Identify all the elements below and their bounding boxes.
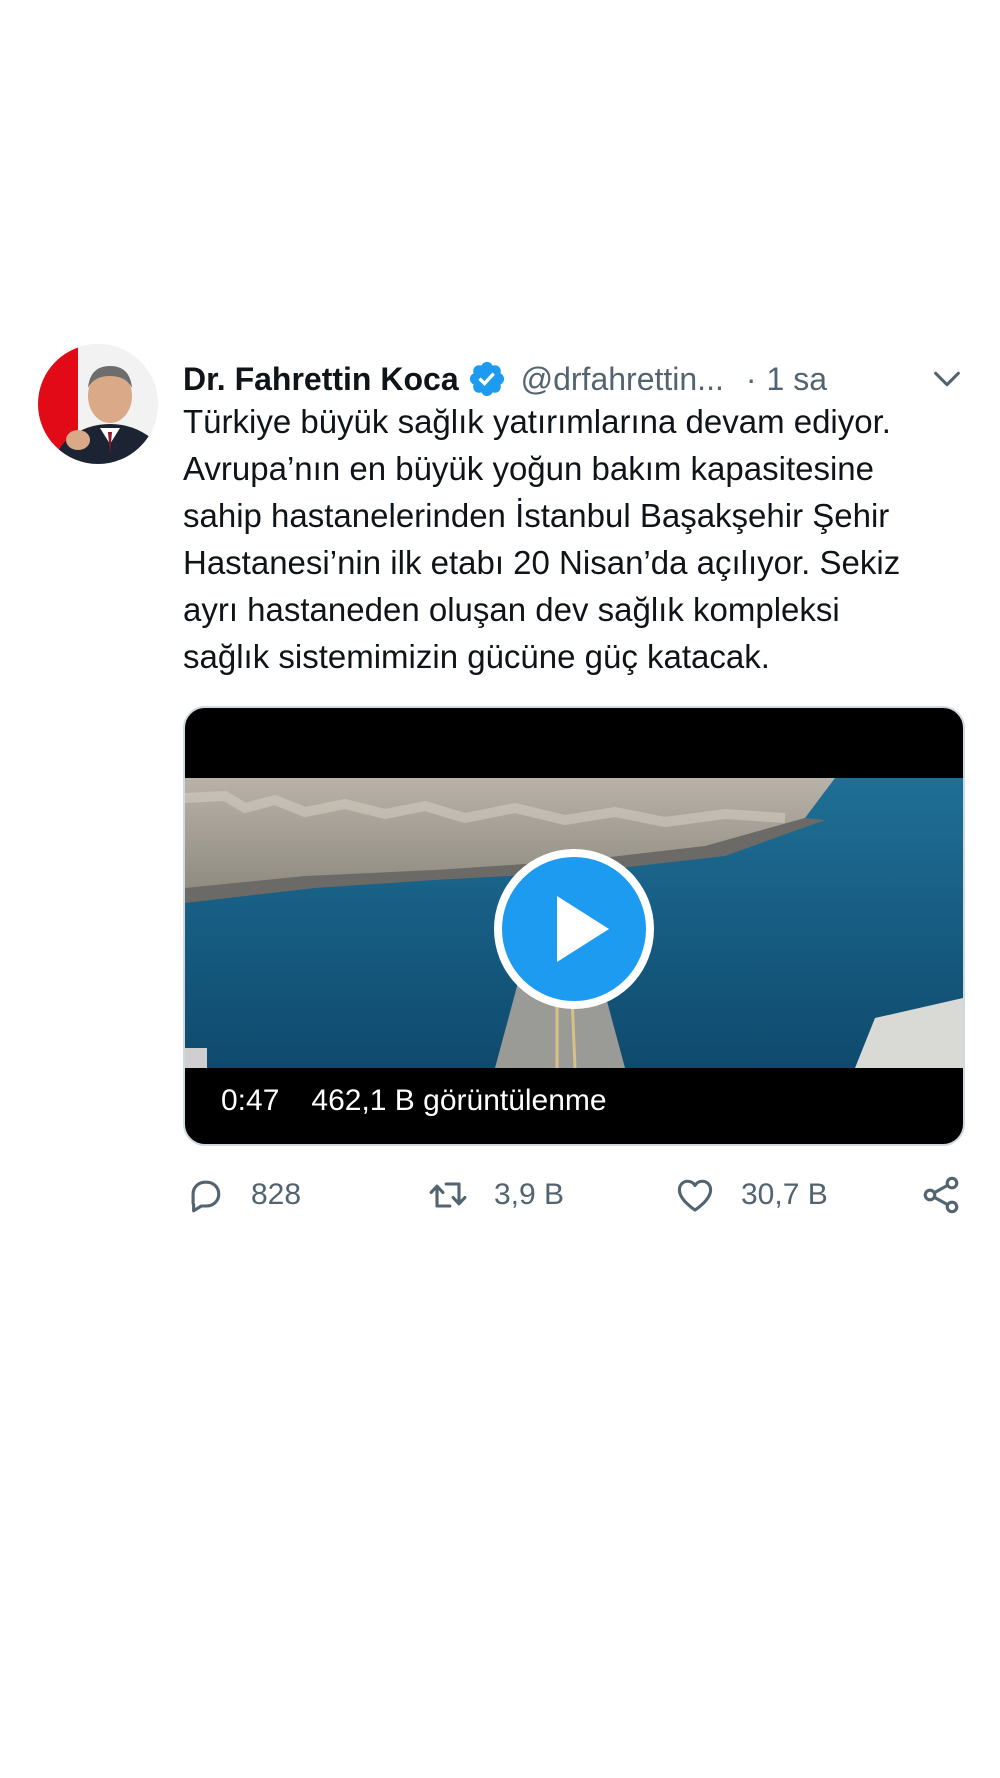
tweet-header: Dr. Fahrettin Koca @drfahrettin... · 1 s…: [183, 354, 963, 404]
separator-dot: ·: [745, 360, 757, 397]
tweet-text-line: Hastanesi’nin ilk etabı 20 Nisan’da açıl…: [183, 544, 901, 581]
video-info: 0:47 462,1 B görüntülenme: [221, 1076, 607, 1126]
play-icon[interactable]: [493, 848, 655, 1010]
share-button[interactable]: [919, 1170, 963, 1220]
tweet-text-line: sağlık sistemimizin gücüne güç katacak.: [183, 638, 770, 675]
verified-badge-icon: [467, 359, 507, 399]
video-player[interactable]: 0:47 462,1 B görüntülenme: [183, 706, 965, 1146]
chevron-down-icon[interactable]: [930, 362, 964, 396]
like-count: 30,7 B: [741, 1178, 828, 1211]
video-duration: 0:47: [221, 1084, 280, 1117]
heart-icon: [677, 1179, 713, 1212]
tweet-text: Türkiye büyük sağlık yatırımlarına devam…: [183, 398, 983, 680]
tweet-timestamp[interactable]: 1 sa: [767, 361, 827, 398]
tweet-text-line: ayrı hastaneden oluşan dev sağlık komple…: [183, 591, 840, 628]
like-button[interactable]: 30,7 B: [673, 1170, 828, 1220]
tweet-text-line: Türkiye büyük sağlık yatırımlarına devam…: [183, 403, 891, 440]
reply-count: 828: [251, 1178, 302, 1211]
video-views: 462,1 B görüntülenme: [311, 1084, 607, 1117]
tweet-actions: 828 3,9 B 30,7 B: [183, 1170, 963, 1220]
retweet-count: 3,9 B: [494, 1178, 565, 1211]
avatar[interactable]: [38, 344, 158, 464]
retweet-button[interactable]: 3,9 B: [426, 1170, 564, 1220]
author-handle[interactable]: @drfahrettin...: [521, 361, 724, 398]
tweet-text-line: Avrupa’nın en büyük yoğun bakım kapasite…: [183, 450, 875, 487]
reply-button[interactable]: 828: [183, 1170, 301, 1220]
share-icon: [923, 1176, 959, 1214]
author-name[interactable]: Dr. Fahrettin Koca: [183, 361, 459, 398]
reply-icon: [191, 1180, 221, 1213]
tweet[interactable]: Dr. Fahrettin Koca @drfahrettin... · 1 s…: [0, 340, 1000, 1220]
tweet-text-line: sahip hastanelerinden İstanbul Başakşehi…: [183, 497, 890, 534]
retweet-icon: [429, 1182, 467, 1208]
